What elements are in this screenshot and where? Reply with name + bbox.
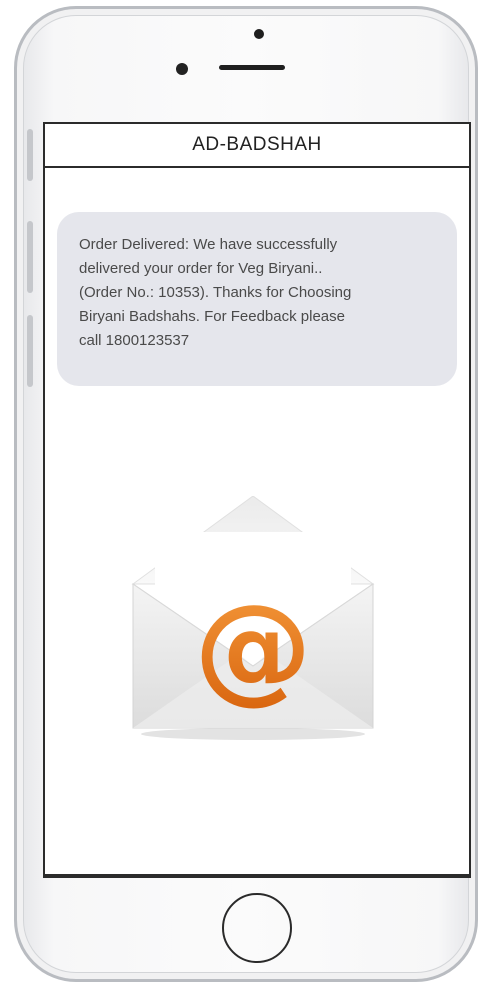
message-line: (Order No.: 10353). Thanks for Choosing [79, 284, 352, 301]
camera-icon [254, 29, 264, 39]
message-line: Order Delivered: We have successfully [79, 236, 338, 253]
volume-down-button [27, 315, 33, 387]
email-envelope-icon: @ [129, 495, 379, 746]
sender-name: AD-BADSHAH [192, 134, 322, 155]
phone-screen: AD-BADSHAH Order Delivered: We have succ… [43, 122, 471, 876]
at-symbol: @ [194, 578, 312, 716]
front-sensor-icon [176, 63, 188, 75]
message-line: delivered your order for Veg Biryani.. [79, 260, 323, 277]
earpiece-speaker [219, 65, 285, 70]
volume-up-button [27, 221, 33, 293]
sender-header: AD-BADSHAH [45, 124, 469, 168]
mute-switch [27, 129, 33, 181]
message-line: call 1800123537 [79, 332, 190, 349]
screen-bottom-edge [43, 876, 471, 878]
message-line: Biryani Badshahs. For Feedback please [79, 308, 345, 325]
home-button[interactable] [222, 893, 292, 963]
envelope-graphic: @ [131, 495, 375, 740]
sms-message-bubble[interactable]: Order Delivered: We have successfully de… [57, 212, 457, 386]
